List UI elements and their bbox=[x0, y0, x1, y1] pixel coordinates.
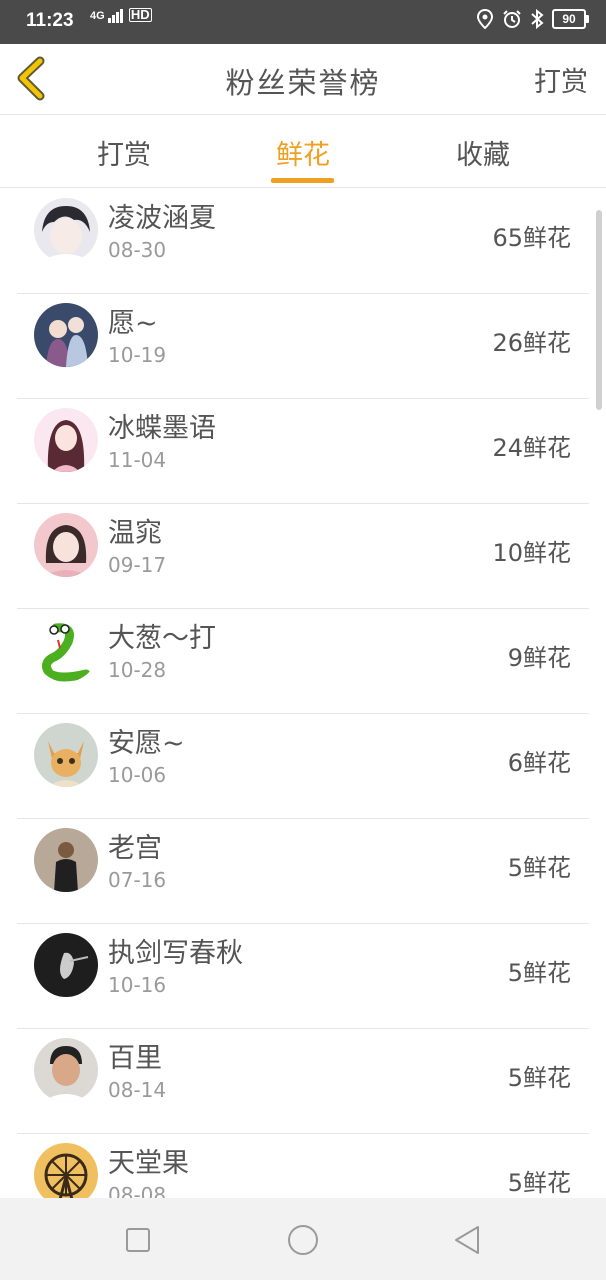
list-item[interactable]: 天堂果 08-08 5鲜花 bbox=[17, 1133, 589, 1198]
scrollbar[interactable] bbox=[596, 210, 602, 410]
fan-date: 10-19 bbox=[108, 343, 167, 367]
fan-name: 愿~ bbox=[108, 308, 158, 339]
fan-name: 大葱〜打 bbox=[108, 623, 216, 654]
avatar bbox=[34, 513, 98, 577]
fan-date: 08-14 bbox=[108, 1078, 167, 1102]
avatar bbox=[34, 828, 98, 892]
tab-bar: 打赏 鲜花 收藏 bbox=[0, 115, 606, 188]
home-button[interactable] bbox=[285, 1222, 321, 1258]
recent-apps-button[interactable] bbox=[120, 1222, 156, 1258]
fan-name: 温窕 bbox=[108, 518, 162, 549]
reward-button[interactable]: 打赏 bbox=[534, 60, 588, 99]
square-icon bbox=[126, 1228, 150, 1252]
system-nav-bar bbox=[0, 1198, 606, 1280]
fan-date: 09-17 bbox=[108, 553, 167, 577]
tab-reward[interactable]: 打赏 bbox=[64, 133, 184, 172]
alarm-icon bbox=[503, 10, 521, 28]
hd-badge: HD bbox=[128, 7, 152, 22]
flower-count: 65鲜花 bbox=[492, 224, 571, 252]
list-item[interactable]: 老宫 07-16 5鲜花 bbox=[17, 818, 589, 924]
status-time: 11:23 bbox=[26, 10, 74, 31]
avatar bbox=[34, 198, 98, 262]
flower-count: 6鲜花 bbox=[507, 749, 571, 777]
avatar bbox=[34, 1143, 98, 1198]
flower-count: 5鲜花 bbox=[507, 854, 571, 882]
fan-date: 08-08 bbox=[108, 1183, 167, 1198]
flower-count: 5鲜花 bbox=[507, 1064, 571, 1092]
list-item[interactable]: 温窕 09-17 10鲜花 bbox=[17, 503, 589, 609]
fan-date: 07-16 bbox=[108, 868, 167, 892]
tab-favorites[interactable]: 收藏 bbox=[423, 133, 543, 172]
status-bar: 11:23 4G HD 90 bbox=[0, 0, 606, 44]
signal-icon bbox=[107, 9, 123, 24]
fan-name: 百里 bbox=[108, 1043, 162, 1074]
avatar bbox=[34, 723, 98, 787]
flower-count: 9鲜花 bbox=[507, 644, 571, 672]
circle-icon bbox=[288, 1225, 318, 1255]
fan-name: 天堂果 bbox=[108, 1148, 189, 1179]
list-item[interactable]: 安愿~ 10-06 6鲜花 bbox=[17, 713, 589, 819]
fan-name: 凌波涵夏 bbox=[108, 203, 216, 234]
fan-name: 老宫 bbox=[108, 833, 162, 864]
avatar bbox=[34, 1038, 98, 1102]
avatar bbox=[34, 933, 98, 997]
list-item[interactable]: 百里 08-14 5鲜花 bbox=[17, 1028, 589, 1134]
avatar bbox=[34, 618, 98, 682]
active-tab-indicator bbox=[271, 178, 334, 183]
fan-name: 安愿~ bbox=[108, 728, 185, 759]
bluetooth-icon bbox=[531, 9, 544, 29]
fan-date: 10-06 bbox=[108, 763, 167, 787]
network-indicator: 4G HD bbox=[90, 7, 152, 24]
list-item[interactable]: 愿~ 10-19 26鲜花 bbox=[17, 293, 589, 399]
list-item[interactable]: 大葱〜打 10-28 9鲜花 bbox=[17, 608, 589, 714]
avatar bbox=[34, 408, 98, 472]
list-item[interactable]: 凌波涵夏 08-30 65鲜花 bbox=[17, 188, 589, 294]
page-title: 粉丝荣誉榜 bbox=[225, 66, 381, 100]
battery-indicator: 90 bbox=[552, 9, 589, 29]
fan-date: 10-16 bbox=[108, 973, 167, 997]
fan-date: 11-04 bbox=[108, 448, 167, 472]
flower-count: 24鲜花 bbox=[492, 434, 571, 462]
avatar bbox=[34, 303, 98, 367]
location-icon bbox=[476, 9, 494, 29]
app-header: 粉丝荣誉榜 打赏 bbox=[0, 44, 606, 115]
fan-date: 10-28 bbox=[108, 658, 167, 682]
fan-name: 冰蝶墨语 bbox=[108, 413, 216, 444]
back-nav-button[interactable] bbox=[450, 1222, 486, 1258]
fan-ranking-list: 凌波涵夏 08-30 65鲜花 愿~ 10-19 26鲜花 冰蝶墨语 11-04… bbox=[0, 188, 606, 1198]
list-item[interactable]: 执剑写春秋 10-16 5鲜花 bbox=[17, 923, 589, 1029]
flower-count: 5鲜花 bbox=[507, 959, 571, 987]
network-type: 4G bbox=[90, 10, 105, 22]
flower-count: 10鲜花 bbox=[492, 539, 571, 567]
triangle-back-icon bbox=[455, 1226, 479, 1254]
status-icons: 90 bbox=[476, 9, 589, 29]
fan-name: 执剑写春秋 bbox=[108, 938, 243, 969]
flower-count: 26鲜花 bbox=[492, 329, 571, 357]
flower-count: 5鲜花 bbox=[507, 1169, 571, 1197]
tab-flowers[interactable]: 鲜花 bbox=[243, 133, 363, 172]
list-item[interactable]: 冰蝶墨语 11-04 24鲜花 bbox=[17, 398, 589, 504]
fan-date: 08-30 bbox=[108, 238, 167, 262]
